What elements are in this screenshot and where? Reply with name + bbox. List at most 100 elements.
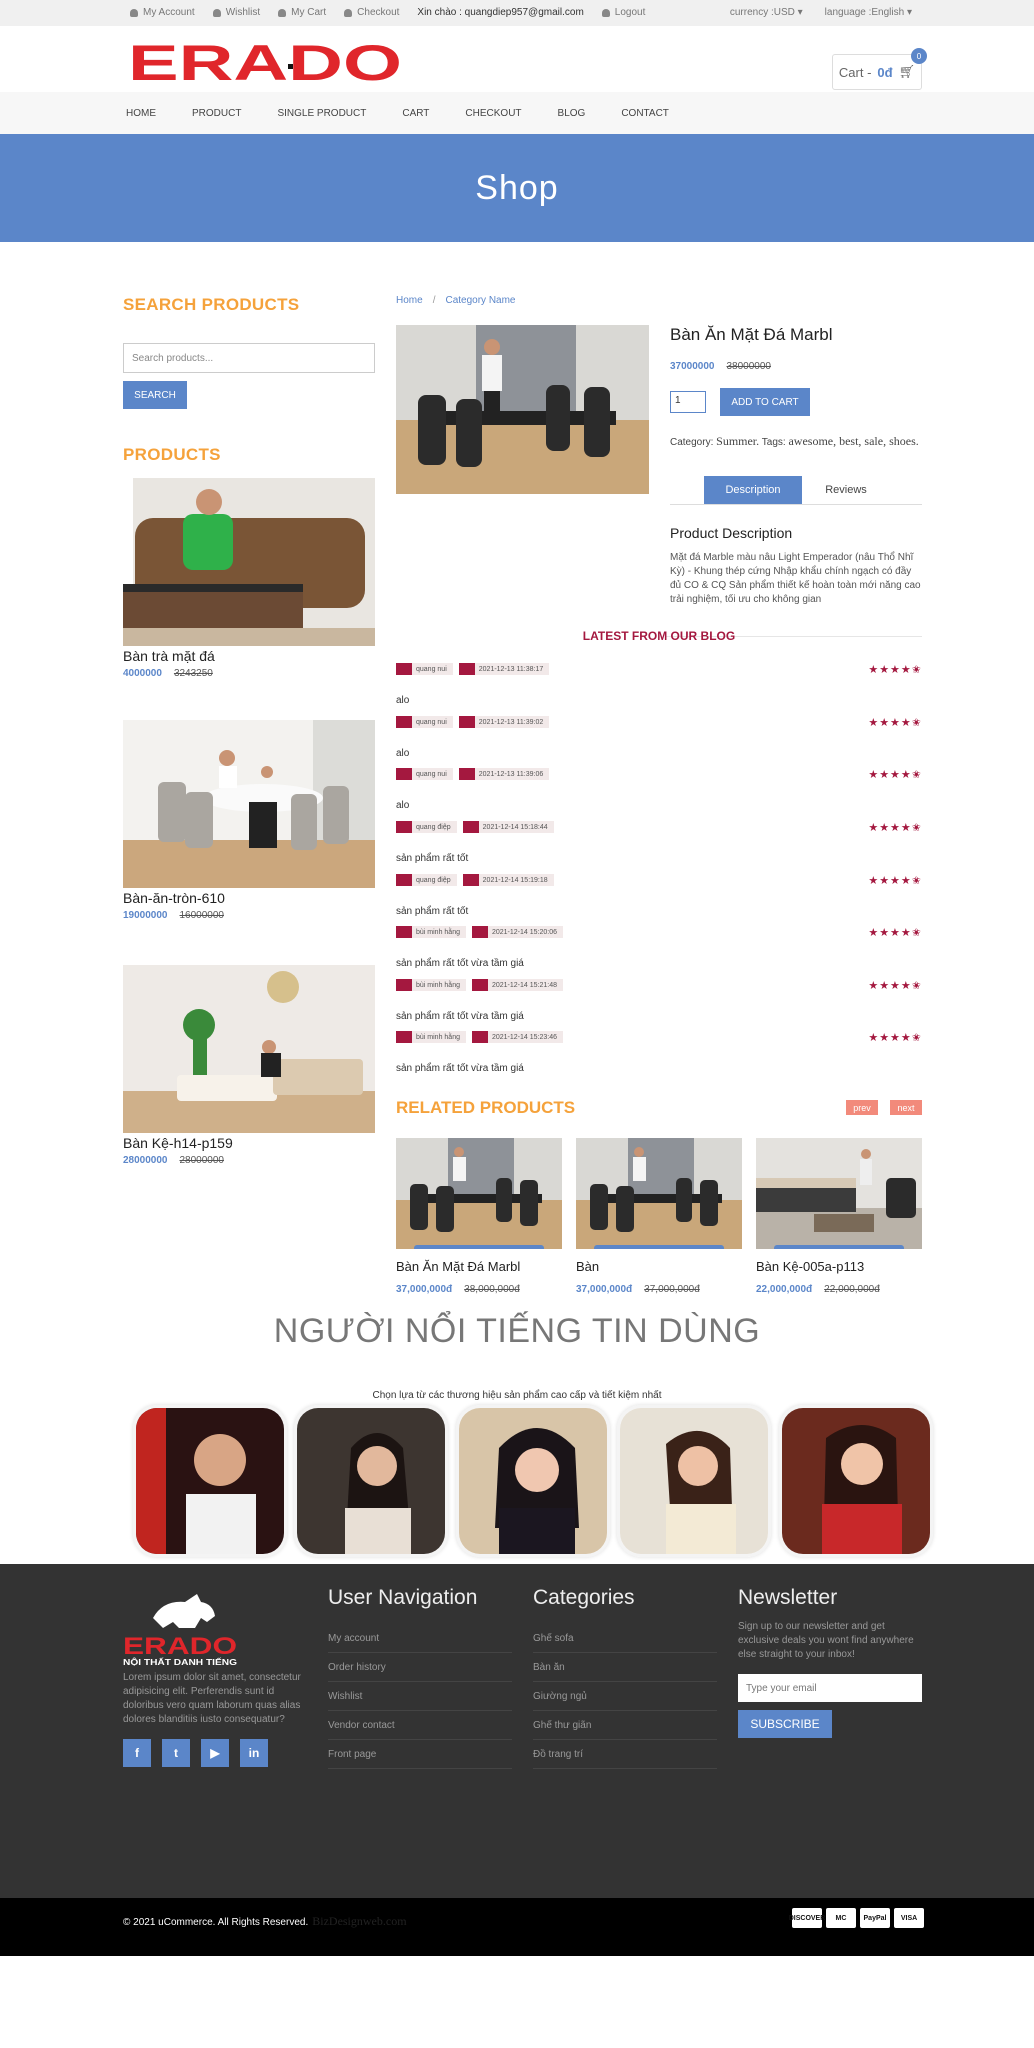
footer-link[interactable]: Vendor contact <box>328 1711 512 1740</box>
my-cart-link[interactable]: My Cart <box>278 7 326 18</box>
comment-text: alo <box>396 748 410 759</box>
related-product[interactable]: Bàn Kệ-005a-p113 22,000,000đ 22,000,000đ <box>756 1138 922 1295</box>
user-navigation-heading: User Navigation <box>328 1586 478 1609</box>
celebrity-photo[interactable] <box>779 1405 933 1557</box>
rating-stars: ★★★★✬ <box>868 664 922 676</box>
twitter-icon[interactable]: t <box>162 1739 190 1767</box>
product-name[interactable]: Bàn Kệ-h14-p159 <box>123 1135 375 1151</box>
tags-links[interactable]: awesome, best, sale, shoes. <box>788 434 918 448</box>
footer-categories: Categories Ghế sofa Bàn ăn Giường ngủ Gh… <box>533 1586 717 1769</box>
site-logo[interactable]: ERADO <box>128 40 402 84</box>
facebook-icon[interactable]: f <box>123 1739 151 1767</box>
celebrity-photo[interactable] <box>133 1405 287 1557</box>
rating-stars: ★★★★✬ <box>868 927 922 939</box>
cart-count-badge: 0 <box>911 48 927 64</box>
breadcrumb-separator: / <box>432 295 436 306</box>
footer-link[interactable]: My account <box>328 1624 512 1653</box>
related-product[interactable]: Bàn Ăn Mặt Đá Marbl 37,000,000đ 38,000,00… <box>396 1138 562 1295</box>
product-image[interactable] <box>123 720 375 888</box>
product-old-price: 3243250 <box>173 668 213 679</box>
product-price: 37000000 <box>670 361 715 372</box>
blog-heading: LATEST FROM OUR BLOG <box>582 629 736 643</box>
subscribe-button[interactable]: SUBSCRIBE <box>738 1710 832 1738</box>
category-link[interactable]: Đồ trang trí <box>533 1740 717 1769</box>
sidebar-product[interactable]: Bàn-ăn-tròn-610 19000000 16000000 <box>123 720 375 921</box>
nav-single-product[interactable]: SINGLE PRODUCT <box>277 108 366 119</box>
product-image[interactable] <box>123 478 375 646</box>
product-image[interactable] <box>756 1138 922 1249</box>
footer-logo[interactable]: ERADO NỘI THẤT DANH TIẾNG <box>123 1588 239 1667</box>
product-name[interactable]: Bàn trà mặt đá <box>123 648 375 664</box>
search-input[interactable]: Search products... <box>123 343 375 373</box>
user-icon <box>130 8 138 17</box>
nav-home[interactable]: HOME <box>126 108 156 119</box>
comment-item: quang nui 2021-12-13 11:38:17 ★★★★✬ alo <box>396 663 922 711</box>
category-link[interactable]: Bàn ăn <box>533 1653 717 1682</box>
user-icon <box>344 8 353 17</box>
product-name[interactable]: Bàn <box>576 1259 742 1274</box>
youtube-icon[interactable]: ▶ <box>201 1739 229 1767</box>
add-to-cart-button[interactable]: ADD TO CART <box>720 388 810 416</box>
clock-icon <box>458 716 475 728</box>
wishlist-link[interactable]: Wishlist <box>212 7 260 18</box>
footer-logo-text: ERADO <box>123 1633 237 1660</box>
product-image[interactable] <box>123 965 375 1133</box>
nav-blog[interactable]: BLOG <box>558 108 586 119</box>
footer-link[interactable]: Front page <box>328 1740 512 1769</box>
product-price: 37,000,000đ <box>576 1284 633 1295</box>
category-link[interactable]: Ghế sofa <box>533 1624 717 1653</box>
tab-reviews[interactable]: Reviews <box>802 476 890 504</box>
footer-link[interactable]: Order history <box>328 1653 512 1682</box>
product-main-image[interactable] <box>396 325 649 494</box>
celebrity-photo[interactable] <box>617 1405 771 1557</box>
quantity-input[interactable]: 1 <box>670 391 706 413</box>
product-name[interactable]: Bàn-ăn-tròn-610 <box>123 890 375 906</box>
nav-contact[interactable]: CONTACT <box>621 108 669 119</box>
breadcrumb-home[interactable]: Home <box>396 295 423 306</box>
celebrity-photo[interactable] <box>456 1405 610 1557</box>
product-old-price: 38,000,000đ <box>464 1284 520 1295</box>
newsletter-heading: Newsletter <box>738 1586 838 1609</box>
category-link[interactable]: Giường ngủ <box>533 1682 717 1711</box>
author-tag: quang nui <box>396 663 453 675</box>
category-link[interactable]: Ghế thư giãn <box>533 1711 717 1740</box>
comment-text: alo <box>396 695 410 706</box>
user-icon <box>396 821 412 833</box>
checkout-link[interactable]: Checkout <box>344 7 399 18</box>
currency-dropdown[interactable]: currency :USD ▾ <box>730 7 803 18</box>
language-dropdown[interactable]: language :English ▾ <box>825 7 912 18</box>
nav-cart[interactable]: CART <box>402 108 429 119</box>
cart-button[interactable]: Cart - 0đ 🛒︎ 0 <box>832 48 927 90</box>
comment-text: sản phẩm rất tốt <box>396 853 469 864</box>
date-tag: 2021-12-14 15:19:18 <box>462 874 554 886</box>
hover-bar <box>774 1245 904 1249</box>
linkedin-icon[interactable]: in <box>240 1739 268 1767</box>
product-name[interactable]: Bàn Kệ-005a-p113 <box>756 1259 922 1274</box>
product-meta: Category: Summer. Tags: awesome, best, s… <box>670 434 919 448</box>
footer-logo-subtitle: NỘI THẤT DANH TIẾNG <box>123 1657 237 1666</box>
author-tag: bùi minh hằng <box>396 979 466 991</box>
product-image[interactable] <box>576 1138 742 1249</box>
comment-text: sản phẩm rất tốt vừa tầm giá <box>396 958 524 969</box>
product-image[interactable] <box>396 1138 562 1249</box>
nav-checkout[interactable]: CHECKOUT <box>465 108 521 119</box>
related-product[interactable]: Bàn 37,000,000đ 37,000,000đ <box>576 1138 742 1295</box>
newsletter-email-input[interactable]: Type your email <box>738 1674 922 1702</box>
sidebar-product[interactable]: Bàn Kệ-h14-p159 28000000 28000000 <box>123 965 375 1166</box>
my-account-link[interactable]: My Account <box>130 7 195 18</box>
breadcrumb-category[interactable]: Category Name <box>445 295 515 306</box>
sidebar-product[interactable]: Bàn trà mặt đá 4000000 3243250 <box>123 478 375 679</box>
logout-link[interactable]: Logout <box>601 7 645 18</box>
search-button[interactable]: SEARCH <box>123 381 187 409</box>
category-link[interactable]: Summer. <box>716 434 759 448</box>
clock-icon <box>458 663 475 675</box>
next-button[interactable]: next <box>890 1100 922 1115</box>
celebrity-photo[interactable] <box>294 1405 448 1557</box>
tab-description[interactable]: Description <box>704 475 802 504</box>
visa-icon: VISA <box>894 1908 924 1928</box>
prev-button[interactable]: prev <box>846 1100 878 1115</box>
footer-link[interactable]: Wishlist <box>328 1682 512 1711</box>
product-name[interactable]: Bàn Ăn Mặt Đá Marbl <box>396 1259 562 1274</box>
user-icon <box>601 8 610 17</box>
nav-product[interactable]: PRODUCT <box>192 108 241 119</box>
